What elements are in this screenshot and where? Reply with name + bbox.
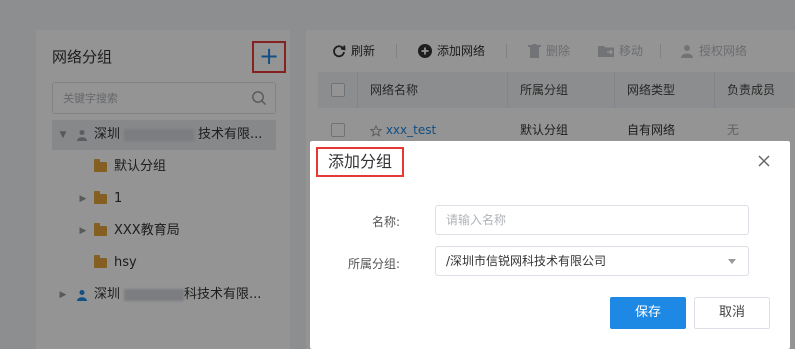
save-button[interactable]: 保存 [610, 297, 686, 329]
cancel-button[interactable]: 取消 [694, 297, 770, 329]
group-select[interactable]: /深圳市信锐网科技术有限公司 [435, 246, 749, 276]
group-select-value: /深圳市信锐网科技术有限公司 [446, 254, 607, 268]
close-icon[interactable] [756, 153, 772, 169]
group-label: 所属分组: [347, 257, 400, 271]
name-input[interactable] [435, 205, 749, 235]
dialog-title: 添加分组 [316, 147, 405, 177]
page: 网络分组 + ▼ 深圳 技术有限... 默认分组 ▶ 1 ▶ [0, 0, 795, 349]
chevron-down-icon [728, 259, 736, 264]
add-group-dialog: 添加分组 名称: 所属分组: /深圳市信锐网科技术有限公司 保存 取消 [310, 141, 790, 349]
name-label: 名称: [371, 215, 400, 229]
